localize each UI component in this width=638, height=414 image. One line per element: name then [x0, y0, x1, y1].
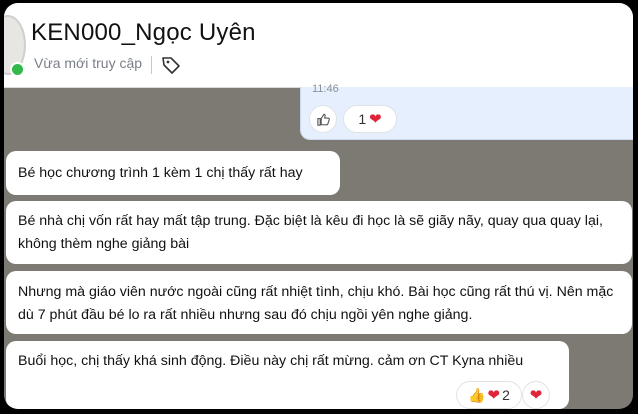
message-text: Buổi học, chị thấy khá sinh động. Điều n…: [18, 353, 524, 369]
reaction-count: 2: [502, 387, 510, 403]
online-status-dot: [10, 62, 25, 77]
heart-icon: ❤: [487, 386, 501, 404]
reaction-summary[interactable]: 👍 ❤ 2: [456, 381, 522, 409]
heart-icon: ❤: [529, 386, 543, 404]
message-text: Nhưng mà giáo viên nước ngoài cũng rất n…: [18, 284, 614, 323]
like-icon[interactable]: [309, 105, 337, 133]
heart-icon: ❤: [369, 110, 382, 128]
chat-window: KEN000_Ngọc Uyên Vừa mới truy cập 11:46 …: [4, 3, 633, 409]
heart-react-button[interactable]: ❤: [522, 381, 550, 409]
message-time: 11:46: [312, 83, 339, 95]
tag-icon[interactable]: [160, 54, 182, 76]
contact-name[interactable]: KEN000_Ngọc Uyên: [31, 19, 256, 47]
sent-message-bubble[interactable]: 11:46 1 ❤: [300, 83, 633, 140]
received-message[interactable]: Bé học chương trình 1 kèm 1 chị thấy rất…: [6, 151, 340, 195]
divider: [151, 56, 152, 74]
message-text: Bé nhà chị vốn rất hay mất tập trung. Đặ…: [18, 213, 603, 252]
message-text: Bé học chương trình 1 kèm 1 chị thấy rất…: [18, 165, 303, 181]
chat-header: KEN000_Ngọc Uyên Vừa mới truy cập: [4, 3, 633, 88]
received-message[interactable]: Nhưng mà giáo viên nước ngoài cũng rất n…: [6, 271, 632, 334]
received-message[interactable]: Bé nhà chị vốn rất hay mất tập trung. Đặ…: [6, 201, 632, 264]
reaction-summary[interactable]: 1 ❤: [343, 105, 397, 133]
reaction-count: 1: [358, 111, 367, 127]
last-seen-status: Vừa mới truy cập: [34, 55, 143, 71]
thumbs-up-icon: 👍: [468, 387, 486, 403]
